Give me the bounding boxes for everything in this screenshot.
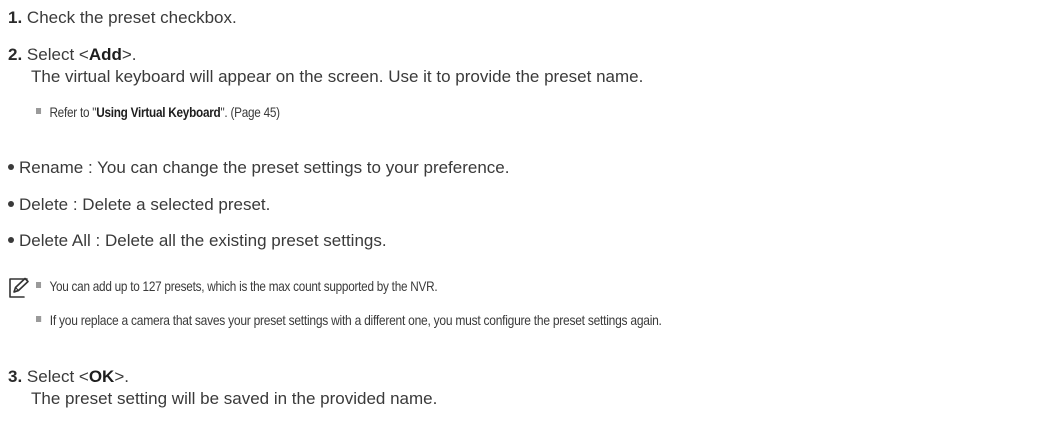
add-keyword: Add (88, 45, 122, 64)
step-3: 3. Select <OK>. (8, 367, 129, 387)
step-text-suffix: >. (121, 45, 137, 64)
note-text: If you replace a camera that saves your … (49, 312, 662, 328)
step-text: Check the preset checkbox. (26, 8, 237, 27)
step-2-detail: The virtual keyboard will appear on the … (31, 67, 644, 86)
bullet-dot-icon (8, 163, 14, 170)
step-number: 1. (8, 8, 23, 27)
bullet-text: Delete : Delete a selected preset. (19, 195, 271, 214)
bullet-text: Delete All : Delete all the existing pre… (19, 231, 387, 250)
bullet-text: Rename : You can change the preset setti… (19, 158, 510, 177)
square-bullet-icon (36, 108, 42, 115)
ref-prefix: Refer to " (49, 104, 97, 120)
note-pencil-icon (9, 277, 29, 298)
note-1: You can add up to 127 presets, which is … (36, 276, 438, 296)
step-text-prefix: Select < (26, 45, 89, 64)
step-text-suffix: >. (114, 367, 129, 386)
bullet-delete-all: Delete All : Delete all the existing pre… (8, 231, 387, 251)
bullet-delete: Delete : Delete a selected preset. (8, 195, 270, 215)
step-number: 3. (8, 367, 23, 386)
step-1: 1. Check the preset checkbox. (8, 8, 237, 28)
step-2: 2. Select <Add>. (8, 45, 137, 65)
square-bullet-icon (36, 282, 42, 289)
step-number: 2. (8, 45, 23, 64)
square-bullet-icon (36, 316, 42, 323)
bullet-dot-icon (8, 236, 14, 243)
ref-link-text: Using Virtual Keyboard (96, 104, 221, 120)
bullet-dot-icon (8, 200, 14, 207)
reference-note: Refer to "Using Virtual Keyboard". (Page… (36, 102, 280, 122)
step-3-detail: The preset setting will be saved in the … (31, 389, 438, 408)
step-text-prefix: Select < (26, 367, 89, 386)
ok-keyword: OK (88, 367, 115, 386)
ref-suffix: ". (Page 45) (220, 104, 280, 120)
note-2: If you replace a camera that saves your … (36, 310, 662, 330)
note-text: You can add up to 127 presets, which is … (49, 278, 438, 294)
bullet-rename: Rename : You can change the preset setti… (8, 158, 510, 178)
